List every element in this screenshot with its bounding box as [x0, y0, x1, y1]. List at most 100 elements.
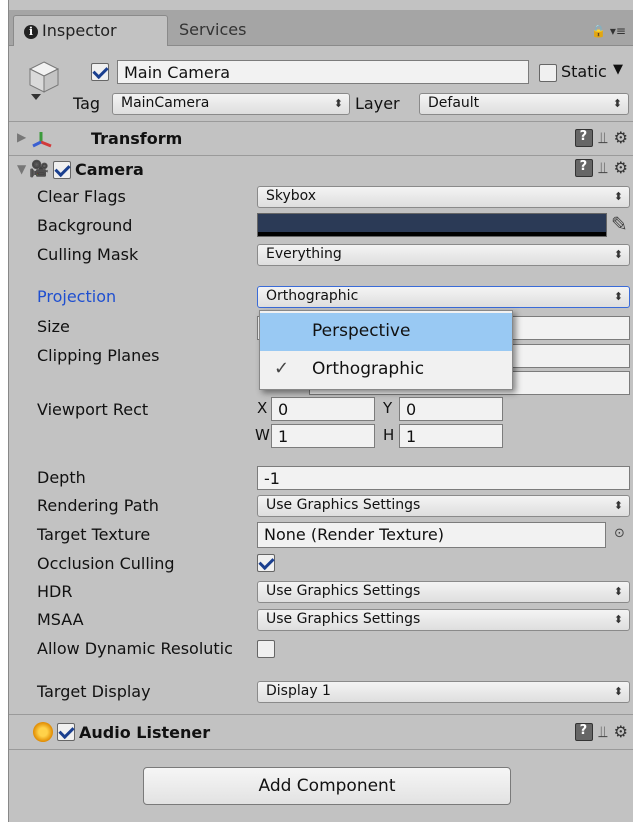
hdr-dropdown[interactable]: Use Graphics Settings ⬍ [257, 581, 630, 603]
rendering-path-dropdown[interactable]: Use Graphics Settings ⬍ [257, 495, 630, 517]
culling-mask-dropdown[interactable]: Everything ⬍ [257, 244, 630, 266]
object-name-field[interactable]: Main Camera [117, 60, 529, 84]
object-header: Main Camera Static ▼ Tag MainCamera ⬍ Lay… [9, 46, 633, 122]
chevron-updown-icon: ⬍ [613, 248, 623, 261]
gear-icon[interactable]: ⚙ [614, 159, 628, 177]
viewport-y-field[interactable]: 0 [399, 397, 503, 421]
tag-dropdown[interactable]: MainCamera ⬍ [112, 93, 350, 115]
target-display-label: Target Display [37, 682, 151, 701]
info-icon: i [24, 25, 38, 39]
clipping-planes-label: Clipping Planes [37, 346, 160, 365]
viewport-rect-label: Viewport Rect [37, 400, 149, 419]
camera-icon: 🎥 [29, 159, 49, 178]
chevron-updown-icon: ⬍ [333, 97, 343, 110]
msaa-dropdown[interactable]: Use Graphics Settings ⬍ [257, 609, 630, 631]
popup-item-label: Perspective [312, 321, 411, 341]
viewport-x-label: X [257, 399, 268, 417]
static-label: Static [561, 62, 607, 81]
viewport-w-label: W [255, 426, 270, 444]
projection-dropdown[interactable]: Orthographic ⬍ [257, 286, 630, 308]
dynamic-resolution-checkbox[interactable] [257, 640, 275, 658]
tab-inspector[interactable]: i Inspector [13, 15, 168, 46]
static-checkbox[interactable] [539, 64, 557, 82]
target-display-value: Display 1 [266, 683, 331, 699]
transform-axes-icon [32, 132, 52, 148]
clear-flags-label: Clear Flags [37, 187, 126, 206]
popup-item-perspective[interactable]: Perspective [260, 313, 512, 351]
audio-listener-title: Audio Listener [79, 723, 211, 742]
chevron-updown-icon: ⬍ [613, 685, 623, 698]
culling-mask-label: Culling Mask [37, 245, 139, 264]
occlusion-culling-checkbox[interactable] [257, 554, 275, 572]
chevron-updown-icon: ⬍ [613, 290, 623, 303]
tab-services-label: Services [179, 20, 247, 39]
viewport-w-field[interactable]: 1 [271, 424, 375, 448]
preset-sliders-icon[interactable]: ⫫ [599, 129, 608, 147]
size-label: Size [37, 317, 70, 336]
audio-listener-checkbox[interactable] [57, 723, 75, 741]
depth-label: Depth [37, 468, 86, 487]
projection-value: Orthographic [266, 288, 359, 304]
hdr-value: Use Graphics Settings [266, 583, 421, 599]
dynamic-resolution-label: Allow Dynamic Resolutic [37, 639, 233, 658]
rendering-path-label: Rendering Path [37, 496, 159, 515]
tag-label: Tag [73, 94, 101, 113]
audio-listener-tools: ⫫ ⚙ [574, 723, 628, 741]
add-component-button[interactable]: Add Component [143, 767, 511, 805]
clear-flags-dropdown[interactable]: Skybox ⬍ [257, 186, 630, 208]
target-texture-label: Target Texture [37, 525, 151, 544]
collapse-arrow-icon[interactable]: ▼ [17, 162, 26, 176]
transform-title: Transform [91, 129, 183, 148]
target-display-dropdown[interactable]: Display 1 ⬍ [257, 681, 630, 703]
layer-dropdown[interactable]: Default ⬍ [419, 93, 629, 115]
chevron-updown-icon: ⬍ [613, 499, 623, 512]
component-tools: ⫫ ⚙ [574, 129, 628, 147]
gameobject-cube-icon[interactable] [27, 60, 61, 94]
icon-dropdown-arrow-icon[interactable] [31, 94, 41, 100]
layer-value: Default [428, 95, 480, 111]
preset-sliders-icon[interactable]: ⫫ [599, 159, 608, 177]
projection-popup: Perspective ✓ Orthographic [259, 310, 513, 390]
chevron-updown-icon: ⬍ [613, 613, 623, 626]
help-book-icon[interactable] [574, 129, 593, 147]
object-picker-icon[interactable]: ⊙ [614, 526, 625, 541]
background-label: Background [37, 216, 133, 235]
viewport-x-field[interactable]: 0 [271, 397, 375, 421]
msaa-value: Use Graphics Settings [266, 611, 421, 627]
msaa-label: MSAA [37, 610, 84, 629]
transform-header[interactable]: ▶ Transform ⫫ ⚙ [9, 122, 633, 156]
tab-inspector-label: Inspector [42, 21, 117, 40]
help-book-icon[interactable] [574, 723, 593, 741]
camera-enabled-checkbox[interactable] [53, 161, 71, 179]
camera-tools: ⫫ ⚙ [574, 159, 628, 177]
target-texture-field[interactable]: None (Render Texture) [257, 522, 606, 548]
eyedropper-icon[interactable]: ✎ [611, 212, 628, 236]
tab-bar: i Inspector Services 🔒 ▾≡ [9, 10, 633, 46]
lock-menu-icon[interactable]: 🔒 ▾≡ [591, 24, 626, 38]
popup-item-label: Orthographic [312, 359, 425, 379]
camera-header[interactable]: ▼ 🎥 Camera ⫫ ⚙ [9, 156, 633, 184]
gear-icon[interactable]: ⚙ [614, 129, 628, 147]
rendering-path-value: Use Graphics Settings [266, 497, 421, 513]
chevron-updown-icon: ⬍ [613, 585, 623, 598]
static-dropdown-arrow-icon[interactable]: ▼ [613, 62, 623, 77]
checkmark-icon: ✓ [274, 358, 290, 379]
culling-mask-value: Everything [266, 246, 342, 262]
active-checkbox[interactable] [91, 63, 109, 81]
background-color-field[interactable] [257, 213, 607, 237]
popup-item-orthographic[interactable]: ✓ Orthographic [260, 351, 512, 389]
clear-flags-value: Skybox [266, 188, 317, 204]
depth-field[interactable]: -1 [257, 466, 630, 490]
audio-listener-header[interactable]: Audio Listener ⫫ ⚙ [9, 714, 633, 750]
tab-services[interactable]: Services [169, 15, 256, 46]
tag-value: MainCamera [121, 95, 210, 111]
chevron-updown-icon: ⬍ [612, 97, 622, 110]
preset-sliders-icon[interactable]: ⫫ [599, 723, 608, 741]
chevron-updown-icon: ⬍ [613, 190, 623, 203]
occlusion-culling-label: Occlusion Culling [37, 554, 175, 573]
expand-arrow-icon[interactable]: ▶ [17, 130, 26, 144]
projection-label: Projection [37, 287, 117, 306]
viewport-h-field[interactable]: 1 [399, 424, 503, 448]
help-book-icon[interactable] [574, 159, 593, 177]
gear-icon[interactable]: ⚙ [614, 723, 628, 741]
